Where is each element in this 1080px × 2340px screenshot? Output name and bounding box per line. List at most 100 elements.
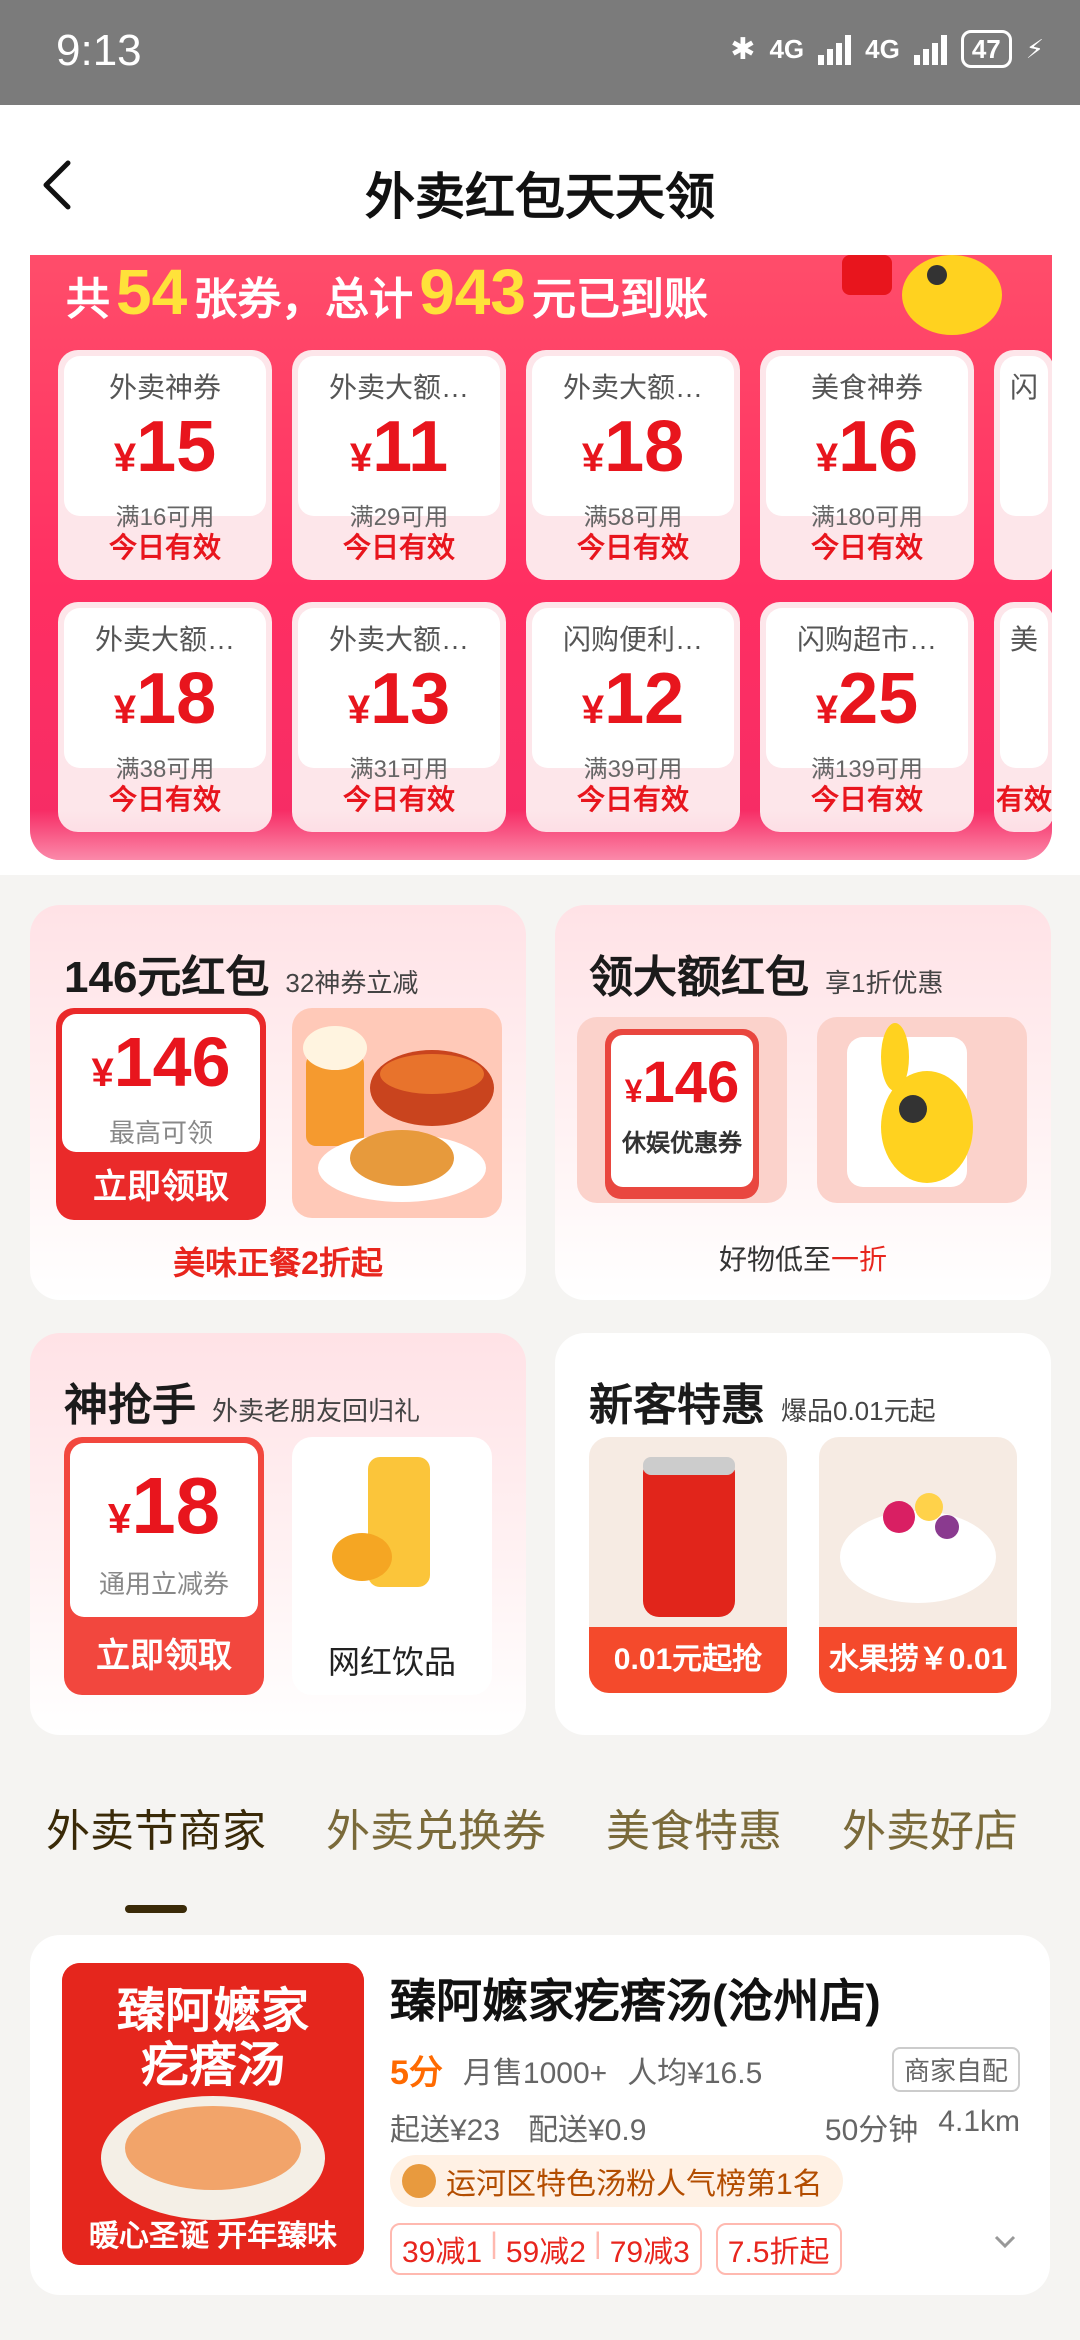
rank-badge[interactable]: 运河区特色汤粉人气榜第1名 — [390, 2155, 843, 2207]
coupon-card[interactable]: 闪购超市… ¥25 满139可用 今日有效 — [760, 602, 974, 832]
status-bar: 9:13 ✱ 4G 4G 47 ⚡ — [0, 0, 1080, 105]
leisure-coupon[interactable]: ¥146 休娱优惠券 — [577, 1017, 787, 1203]
coupon-name: 闪购便利… — [562, 624, 703, 655]
coupon-summary: 共 54 张券，总计 943 元已到账 — [66, 256, 708, 328]
big-packet-card[interactable]: 领大额红包 享1折优惠 ¥146 休娱优惠券 好物低至一折 — [555, 905, 1051, 1300]
item-label: 网红饮品 — [327, 1644, 456, 1680]
coupon-card[interactable]: 闪购便利… ¥12 满39可用 今日有效 — [526, 602, 740, 832]
store-name: 臻阿嬷家疙瘩汤(沧州店) — [390, 1975, 881, 2027]
coupon-name: 闪购超市… — [796, 624, 937, 655]
mascot-image — [817, 1017, 1027, 1203]
coupon-validity: 今日有效 — [576, 532, 689, 563]
card-title: 神抢手 — [64, 1381, 196, 1430]
tab-item[interactable]: 外卖好店 — [842, 1795, 1018, 1915]
rank-icon — [402, 2164, 436, 2198]
coupon-total: 943 — [419, 256, 526, 328]
coupon-name: 美 — [1009, 624, 1038, 655]
tab-item[interactable]: 外卖兑换券 — [326, 1795, 546, 1915]
coupon-name: 闪 — [1009, 372, 1038, 403]
card-subtitle: 享1折优惠 — [825, 968, 944, 998]
coupon-row: 外卖大额… ¥18 满38可用 今日有效 外卖大额… ¥13 满31可用 今日有效 闪购便利… ¥… — [58, 602, 1052, 832]
tab-item[interactable]: 美食特惠 — [606, 1795, 782, 1915]
coupon-card[interactable]: 美有效 — [994, 602, 1052, 832]
coupon-panel: 共 54 张券，总计 943 元已到账 外卖神券 ¥15 满16可用 今日有效 外卖大额… — [30, 255, 1052, 860]
coupon-amount: ¥15 — [113, 407, 217, 487]
status-icons: ✱ 4G 4G 47 ⚡ — [730, 30, 1044, 68]
claim-button[interactable]: 立即领取 — [64, 1619, 264, 1695]
fruit-deal[interactable]: 水果捞￥0.01 — [819, 1437, 1017, 1693]
card-subtitle: 爆品0.01元起 — [781, 1396, 936, 1426]
coupon-name: 外卖大额… — [328, 624, 469, 655]
delivery-time: 50分钟 — [824, 2114, 919, 2147]
coupon-amount: ¥16 — [815, 407, 919, 487]
network-label-2: 4G — [865, 33, 900, 64]
claim-button[interactable]: 立即领取 — [56, 1158, 266, 1220]
network-label-1: 4G — [769, 33, 805, 64]
red-packet-card[interactable]: 146元红包 32神券立减 ¥146 最高可领 立即领取 美味正餐2折起 — [30, 905, 526, 1300]
coupon-validity: 今日有效 — [108, 784, 221, 815]
bluetooth-icon: ✱ — [730, 32, 756, 66]
coupon-card[interactable]: 闪 — [994, 350, 1052, 580]
mascot-icon — [842, 255, 1002, 335]
charging-icon: ⚡ — [1025, 33, 1044, 64]
red-packet-coupon[interactable]: ¥146 最高可领 立即领取 — [56, 1008, 266, 1220]
coupon-validity: 今日有效 — [342, 784, 455, 815]
drink-image: 网红饮品 — [292, 1437, 492, 1695]
coupon-name: 外卖大额… — [562, 372, 703, 403]
coupon-name: 外卖大额… — [94, 624, 235, 655]
discount-pill: 7.5折起 — [715, 2223, 842, 2275]
category-tabs: 外卖节商家 外卖兑换券 美食特惠 外卖好店 — [0, 1795, 1080, 1915]
coupon-card[interactable]: 外卖神券 ¥15 满16可用 今日有效 — [58, 350, 272, 580]
coupon-hero: 共 54 张券，总计 943 元已到账 外卖神券 ¥15 满16可用 今日有效 外卖大额… — [0, 255, 1080, 875]
promo-pill: 39减1 | 59减2 | 79减3 — [390, 2223, 702, 2275]
avg-price: 人均¥16.5 — [627, 2056, 763, 2090]
promo-tags: 39减1 | 59减2 | 79减3 7.5折起 — [390, 2223, 842, 2275]
status-time: 9:13 — [56, 26, 142, 75]
tab-indicator — [125, 1905, 187, 1913]
food-image — [292, 1008, 502, 1218]
nav-bar: 外卖红包天天领 — [0, 105, 1080, 255]
store-image: 臻阿嬷家 疙瘩汤 暖心圣诞 开年臻味 — [62, 1963, 364, 2265]
battery-icon: 47 — [960, 30, 1012, 68]
coupon-card[interactable]: 外卖大额… ¥13 满31可用 今日有效 — [292, 602, 506, 832]
distance: 4.1km — [938, 2105, 1020, 2138]
coupon-card[interactable]: 外卖大额… ¥18 满58可用 今日有效 — [526, 350, 740, 580]
coupon-amount: ¥13 — [347, 659, 451, 739]
new-customer-card[interactable]: 新客特惠 爆品0.01元起 0.01元起抢 水果捞￥0.01 — [555, 1333, 1051, 1735]
coupon-card[interactable]: 美食神券 ¥16 满180可用 今日有效 — [760, 350, 974, 580]
deal-label: 水果捞￥0.01 — [819, 1627, 1017, 1693]
card-footer: 好物低至一折 — [718, 1244, 888, 1275]
delivery-fee: 配送¥0.9 — [528, 2114, 647, 2147]
coupon-name: 外卖神券 — [108, 372, 221, 403]
coupon-validity: 今日有效 — [108, 532, 221, 563]
card-subtitle: 外卖老朋友回归礼 — [212, 1396, 421, 1426]
coupon-validity: 有效 — [995, 784, 1052, 815]
card-footer: 美味正餐2折起 — [173, 1245, 383, 1281]
coupon-card[interactable]: 外卖大额… ¥18 满38可用 今日有效 — [58, 602, 272, 832]
grab-card[interactable]: 神抢手 外卖老朋友回归礼 ¥18 通用立减券 立即领取 网红饮品 — [30, 1333, 526, 1735]
coupon-grid: 外卖神券 ¥15 满16可用 今日有效 外卖大额… ¥11 满29可用 今日有效 外卖大额… ¥1… — [58, 350, 1052, 854]
card-title: 146元红包 — [64, 953, 270, 1002]
store-card[interactable]: 臻阿嬷家 疙瘩汤 暖心圣诞 开年臻味 臻阿嬷家疙瘩汤(沧州店) 5分 月售100… — [30, 1935, 1050, 2295]
coupon-validity: 今日有效 — [810, 784, 923, 815]
coupon-amount: ¥11 — [349, 407, 449, 487]
tab-item[interactable]: 外卖节商家 — [46, 1795, 266, 1915]
coupon-validity: 今日有效 — [342, 532, 455, 563]
min-order: 起送¥23 — [390, 2114, 501, 2147]
chevron-down-icon[interactable] — [990, 2227, 1020, 2257]
coupon-count: 54 — [116, 256, 188, 328]
coupon-amount: ¥12 — [581, 659, 685, 739]
deal-label: 0.01元起抢 — [589, 1627, 787, 1693]
store-score: 5分 — [390, 2054, 443, 2092]
coupon-amount: ¥18 — [113, 659, 217, 739]
signal-icon — [818, 33, 852, 65]
grab-coupon[interactable]: ¥18 通用立减券 立即领取 — [64, 1437, 264, 1695]
store-image-title: 疙瘩汤 — [140, 2039, 285, 2092]
coupon-name: 美食神券 — [810, 372, 923, 403]
coupon-card[interactable]: 外卖大额… ¥11 满29可用 今日有效 — [292, 350, 506, 580]
signal-icon — [913, 33, 947, 65]
card-title: 领大额红包 — [589, 953, 809, 1002]
page-title: 外卖红包天天领 — [365, 169, 715, 225]
coupon-validity: 今日有效 — [810, 532, 923, 563]
cola-deal[interactable]: 0.01元起抢 — [589, 1437, 787, 1693]
